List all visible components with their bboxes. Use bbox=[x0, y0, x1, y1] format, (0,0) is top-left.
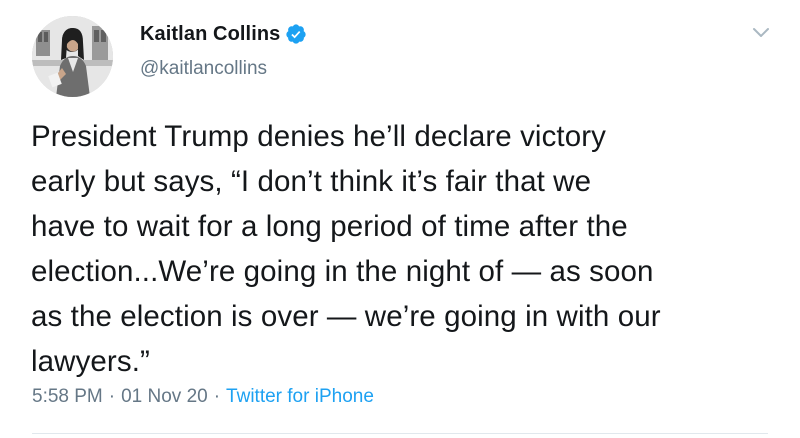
divider bbox=[32, 433, 768, 434]
meta-separator: · bbox=[108, 386, 116, 407]
author-name-row[interactable]: Kaitlan Collins bbox=[140, 20, 307, 48]
avatar-photo-icon bbox=[32, 16, 113, 97]
author-display-name[interactable]: Kaitlan Collins bbox=[140, 23, 280, 46]
tweet-card: Kaitlan Collins @kaitlancollins Presiden… bbox=[0, 0, 800, 438]
author-avatar[interactable] bbox=[32, 16, 113, 97]
tweet-source-link[interactable]: Twitter for iPhone bbox=[226, 386, 374, 408]
tweet-meta: 5:58 PM · 01 Nov 20 · Twitter for iPhone bbox=[32, 386, 374, 408]
meta-separator: · bbox=[213, 386, 221, 407]
tweet-text: President Trump denies he’ll declare vic… bbox=[31, 120, 661, 378]
verified-badge-icon bbox=[285, 23, 307, 45]
chevron-down-icon[interactable] bbox=[752, 27, 770, 39]
tweet-date[interactable]: 01 Nov 20 bbox=[121, 386, 208, 408]
tweet-time[interactable]: 5:58 PM bbox=[32, 386, 103, 408]
author-handle[interactable]: @kaitlancollins bbox=[140, 58, 267, 80]
